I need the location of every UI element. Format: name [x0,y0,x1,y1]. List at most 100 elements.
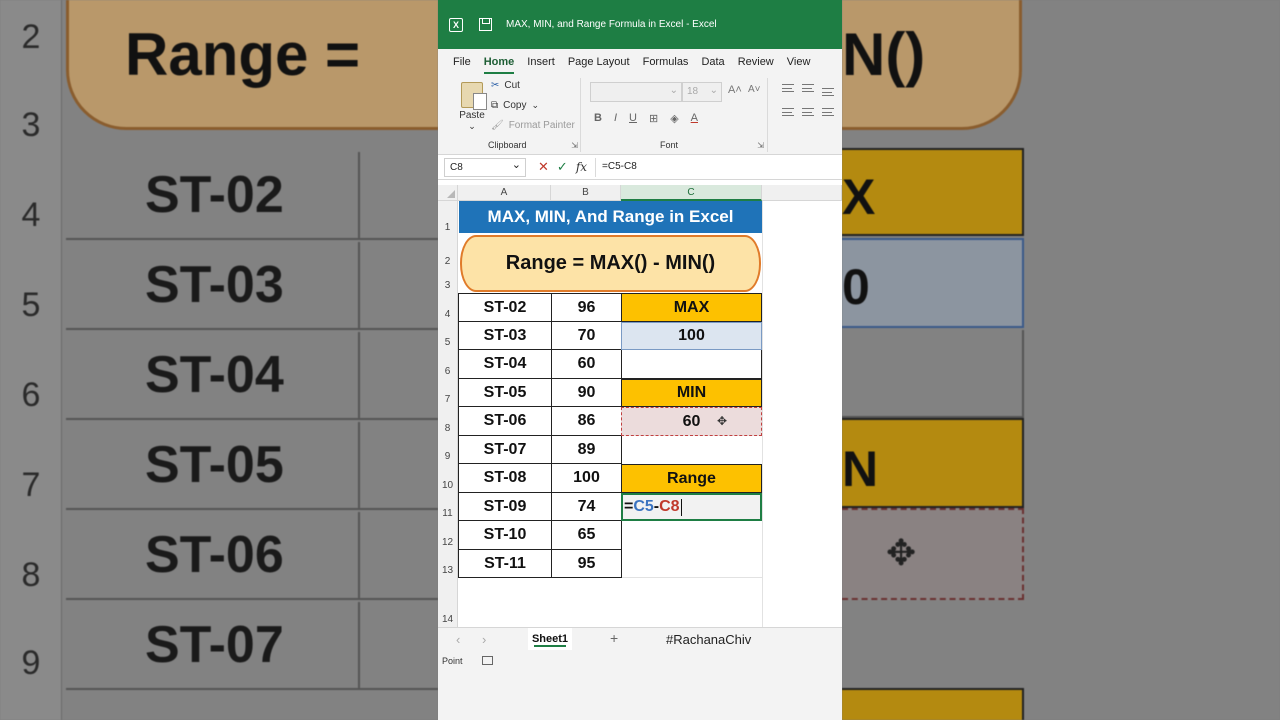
range-formula-cell[interactable]: = C5 - C8 [621,493,762,521]
tab-insert[interactable]: Insert [527,52,555,72]
insert-function-icon[interactable]: fx [576,160,587,174]
font-color-icon[interactable]: A [691,112,698,125]
score-cell[interactable]: 100 [551,464,622,493]
row-number: 3 [444,280,451,291]
tab-data[interactable]: Data [701,52,724,72]
student-id-cell[interactable]: ST-09 [458,493,552,521]
row-header[interactable]: 3 [438,269,458,293]
column-header-c[interactable]: C [621,185,762,201]
shrink-font-icon[interactable]: A˅ [748,84,761,95]
column-header-a[interactable]: A [458,185,551,201]
empty-cell[interactable] [621,350,762,379]
score-cell[interactable]: 96 [551,293,622,322]
dialog-launcher-icon[interactable]: ⇲ [571,141,578,150]
align-middle-icon[interactable] [802,84,814,92]
student-id-cell[interactable]: ST-05 [458,379,552,407]
tab-file[interactable]: File [453,52,471,72]
row-number: 6 [444,366,451,377]
min-value-cell[interactable]: 60 [621,407,762,436]
align-top-icon[interactable] [782,84,794,92]
student-id-cell[interactable]: ST-10 [458,521,552,550]
row-number: 5 [444,337,451,348]
row-header[interactable]: 9 [438,436,458,464]
row-header[interactable]: 14 [438,578,458,627]
align-bottom-icon[interactable] [822,88,834,96]
align-left-icon[interactable] [782,108,794,116]
cancel-icon[interactable]: ✕ [538,159,549,175]
fill-color-icon[interactable]: ◈ [670,112,678,125]
score-cell[interactable]: 90 [551,379,622,407]
bg-cell [358,602,438,690]
paste-button[interactable]: Paste ⌄ [458,82,487,132]
enter-icon[interactable]: ✓ [557,159,568,175]
score-cell[interactable]: 74 [551,493,622,521]
row-header[interactable]: 2 [438,235,458,269]
column-header-b[interactable]: B [551,185,621,201]
score-cell[interactable]: 86 [551,407,622,436]
sheet-title-cell[interactable]: MAX, MIN, And Range in Excel [459,201,762,233]
column-header-d[interactable] [762,185,842,201]
bg-cell [842,330,1024,418]
format-painter-button[interactable]: 🖌 Format Painter [491,120,575,131]
row-header[interactable]: 4 [438,293,458,322]
row-header[interactable]: 13 [438,550,458,578]
cut-button[interactable]: ✂ Cut [491,80,520,91]
row-header[interactable]: 7 [438,379,458,407]
tab-formulas[interactable]: Formulas [643,52,689,72]
range-formula-banner[interactable]: Range = MAX() - MIN() [460,235,761,292]
title-bar: X MAX, MIN, and Range Formula in Excel -… [438,0,842,49]
prev-sheet-icon[interactable]: ‹ [456,632,460,647]
formula-ref-min: C8 [659,498,680,515]
tab-page-layout[interactable]: Page Layout [568,52,630,72]
score-cell[interactable]: 70 [551,322,622,350]
range-label-cell[interactable]: Range [621,464,762,493]
score-cell[interactable]: 89 [551,436,622,464]
student-id-cell[interactable]: ST-07 [458,436,552,464]
row-header[interactable]: 10 [438,464,458,493]
row-header[interactable]: 5 [438,322,458,350]
align-center-icon[interactable] [802,108,814,116]
score-cell[interactable]: 60 [551,350,622,379]
tab-view[interactable]: View [787,52,811,72]
tab-review[interactable]: Review [738,52,774,72]
font-name-select[interactable]: ⌄ [590,82,682,102]
sheet-tab[interactable]: Sheet1 [528,628,572,650]
underline-button[interactable]: U [629,112,637,125]
align-right-icon[interactable] [822,108,834,116]
student-id-cell[interactable]: ST-04 [458,350,552,379]
name-box[interactable]: C8 [444,157,526,177]
ribbon-tabs: File Home Insert Page Layout Formulas Da… [438,49,842,74]
max-value-cell[interactable]: 100 [621,322,762,350]
max-label-cell[interactable]: MAX [621,293,762,322]
save-icon[interactable] [479,18,492,31]
score-cell[interactable]: 65 [551,521,622,550]
row-header[interactable]: 8 [438,407,458,436]
student-id-cell[interactable]: ST-02 [458,293,552,322]
student-id-cell[interactable]: ST-06 [458,407,552,436]
bold-button[interactable]: B [594,112,602,125]
grow-font-icon[interactable]: A˄ [728,84,742,96]
tab-home[interactable]: Home [483,52,514,74]
accessibility-icon[interactable] [482,656,493,665]
bg-right-banner-text: N() [842,21,926,88]
student-id-cell[interactable]: ST-11 [458,550,552,578]
font-size-select[interactable]: 18 ⌄ [682,82,722,102]
italic-button[interactable]: I [614,112,617,125]
format-painter-label: Format Painter [508,120,575,131]
next-sheet-icon[interactable]: › [482,632,486,647]
dialog-launcher-icon[interactable]: ⇲ [757,141,764,150]
bg-row-number: 6 [21,376,41,414]
add-sheet-icon[interactable]: + [610,630,618,646]
min-label-cell[interactable]: MIN [621,379,762,407]
select-all-button[interactable] [438,185,458,201]
formula-input[interactable]: =C5-C8 [595,157,842,177]
borders-icon[interactable]: ⊞ [649,112,658,125]
student-id-cell[interactable]: ST-03 [458,322,552,350]
copy-button[interactable]: ⧉ Copy ⌄ [491,100,539,111]
row-header[interactable]: 11 [438,493,458,521]
row-header[interactable]: 6 [438,350,458,379]
row-header[interactable]: 1 [438,201,458,235]
row-header[interactable]: 12 [438,521,458,550]
score-cell[interactable]: 95 [551,550,622,578]
student-id-cell[interactable]: ST-08 [458,464,552,493]
